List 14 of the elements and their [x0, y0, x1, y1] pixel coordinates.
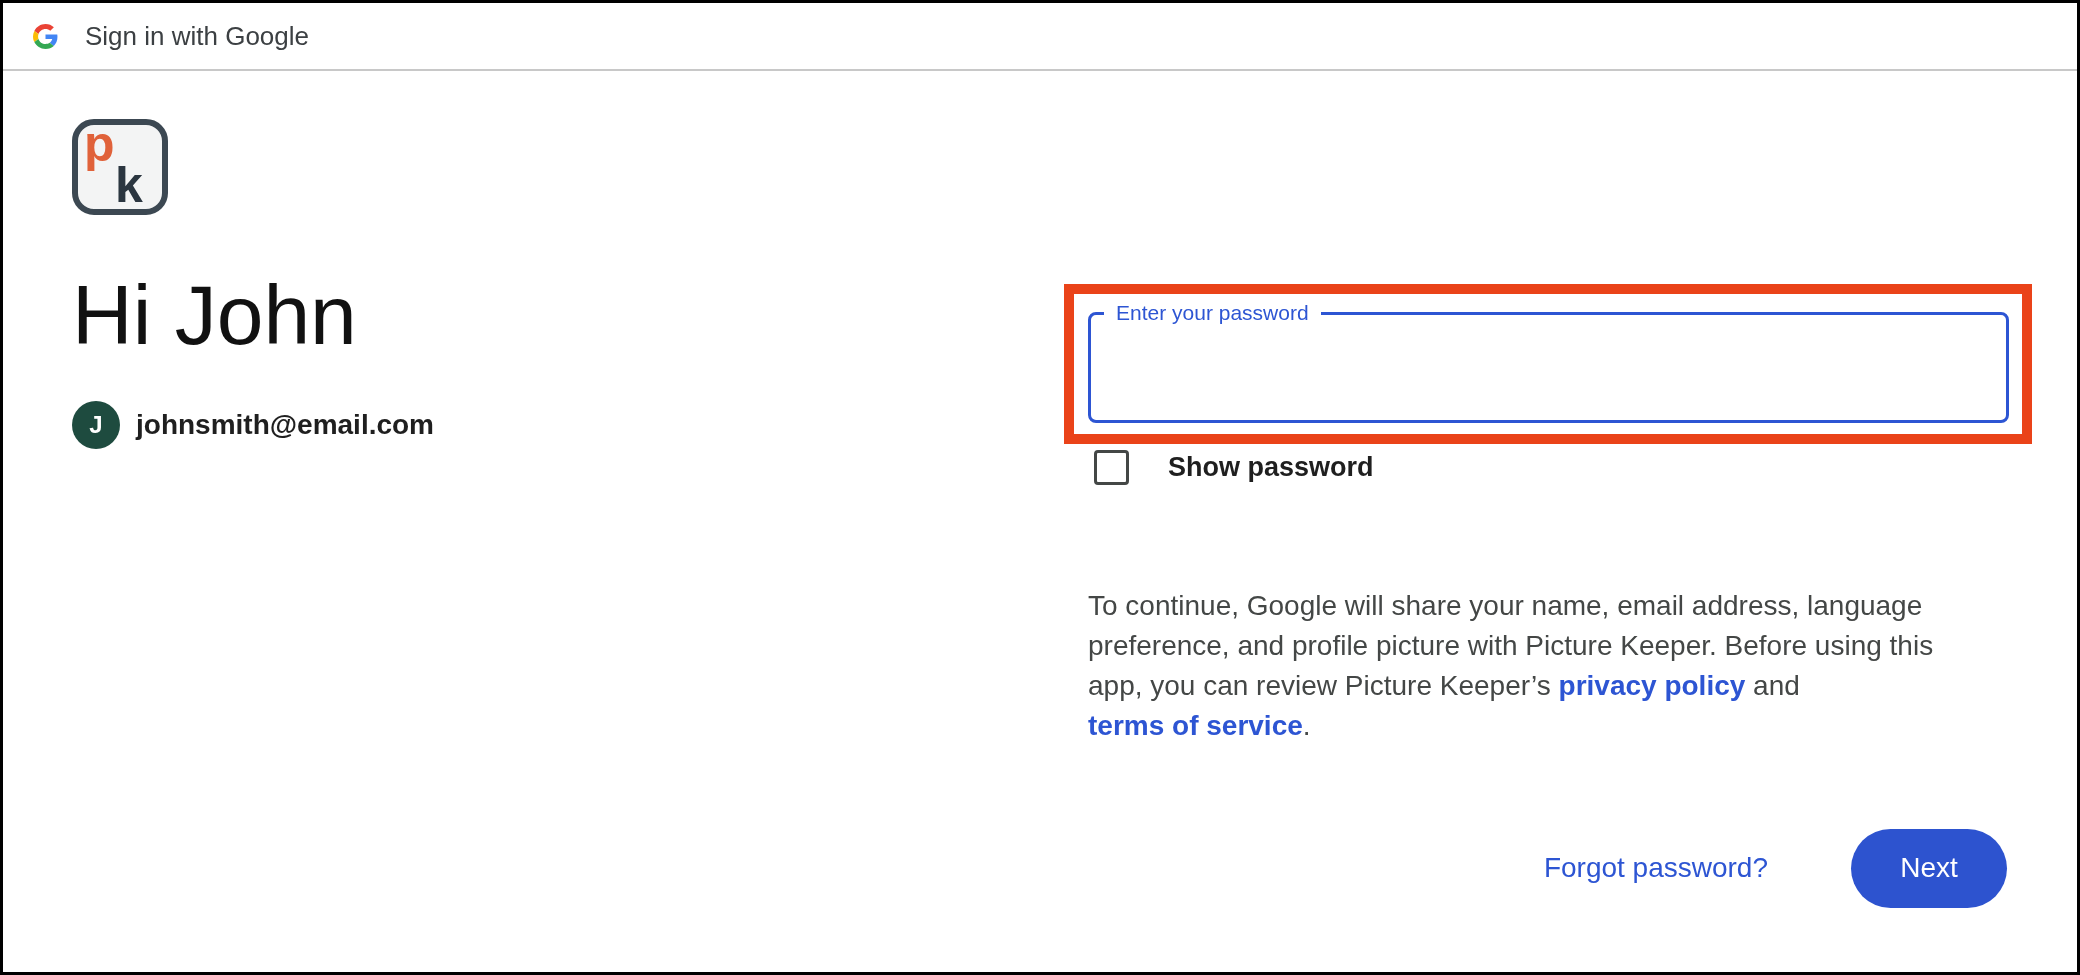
g-logo-icon: [33, 23, 58, 49]
next-button[interactable]: Next: [1851, 828, 2007, 908]
greeting-heading: Hi John: [72, 273, 357, 357]
show-password-label: Show password: [1168, 451, 1374, 484]
logo-letter: p: [84, 125, 115, 169]
inline-link[interactable]: terms of service: [1088, 709, 1303, 741]
avatar: J: [72, 401, 120, 449]
inline-link[interactable]: privacy policy: [1558, 669, 1746, 701]
window-title: Sign in with Google: [85, 19, 310, 53]
consent-text: To continue, Google will share your name, email address, language preference, and profile picture with Picture Keeper. Before using this app, you can review Picture Keeper’s privacy policy and terms of service.: [1088, 588, 1935, 743]
show-password-checkbox[interactable]: [1094, 449, 1129, 485]
logo-letter: k: [115, 160, 143, 209]
forgot-password-link[interactable]: Forgot password?: [1543, 847, 1768, 889]
account-email: johnsmith@email.com: [136, 408, 435, 442]
